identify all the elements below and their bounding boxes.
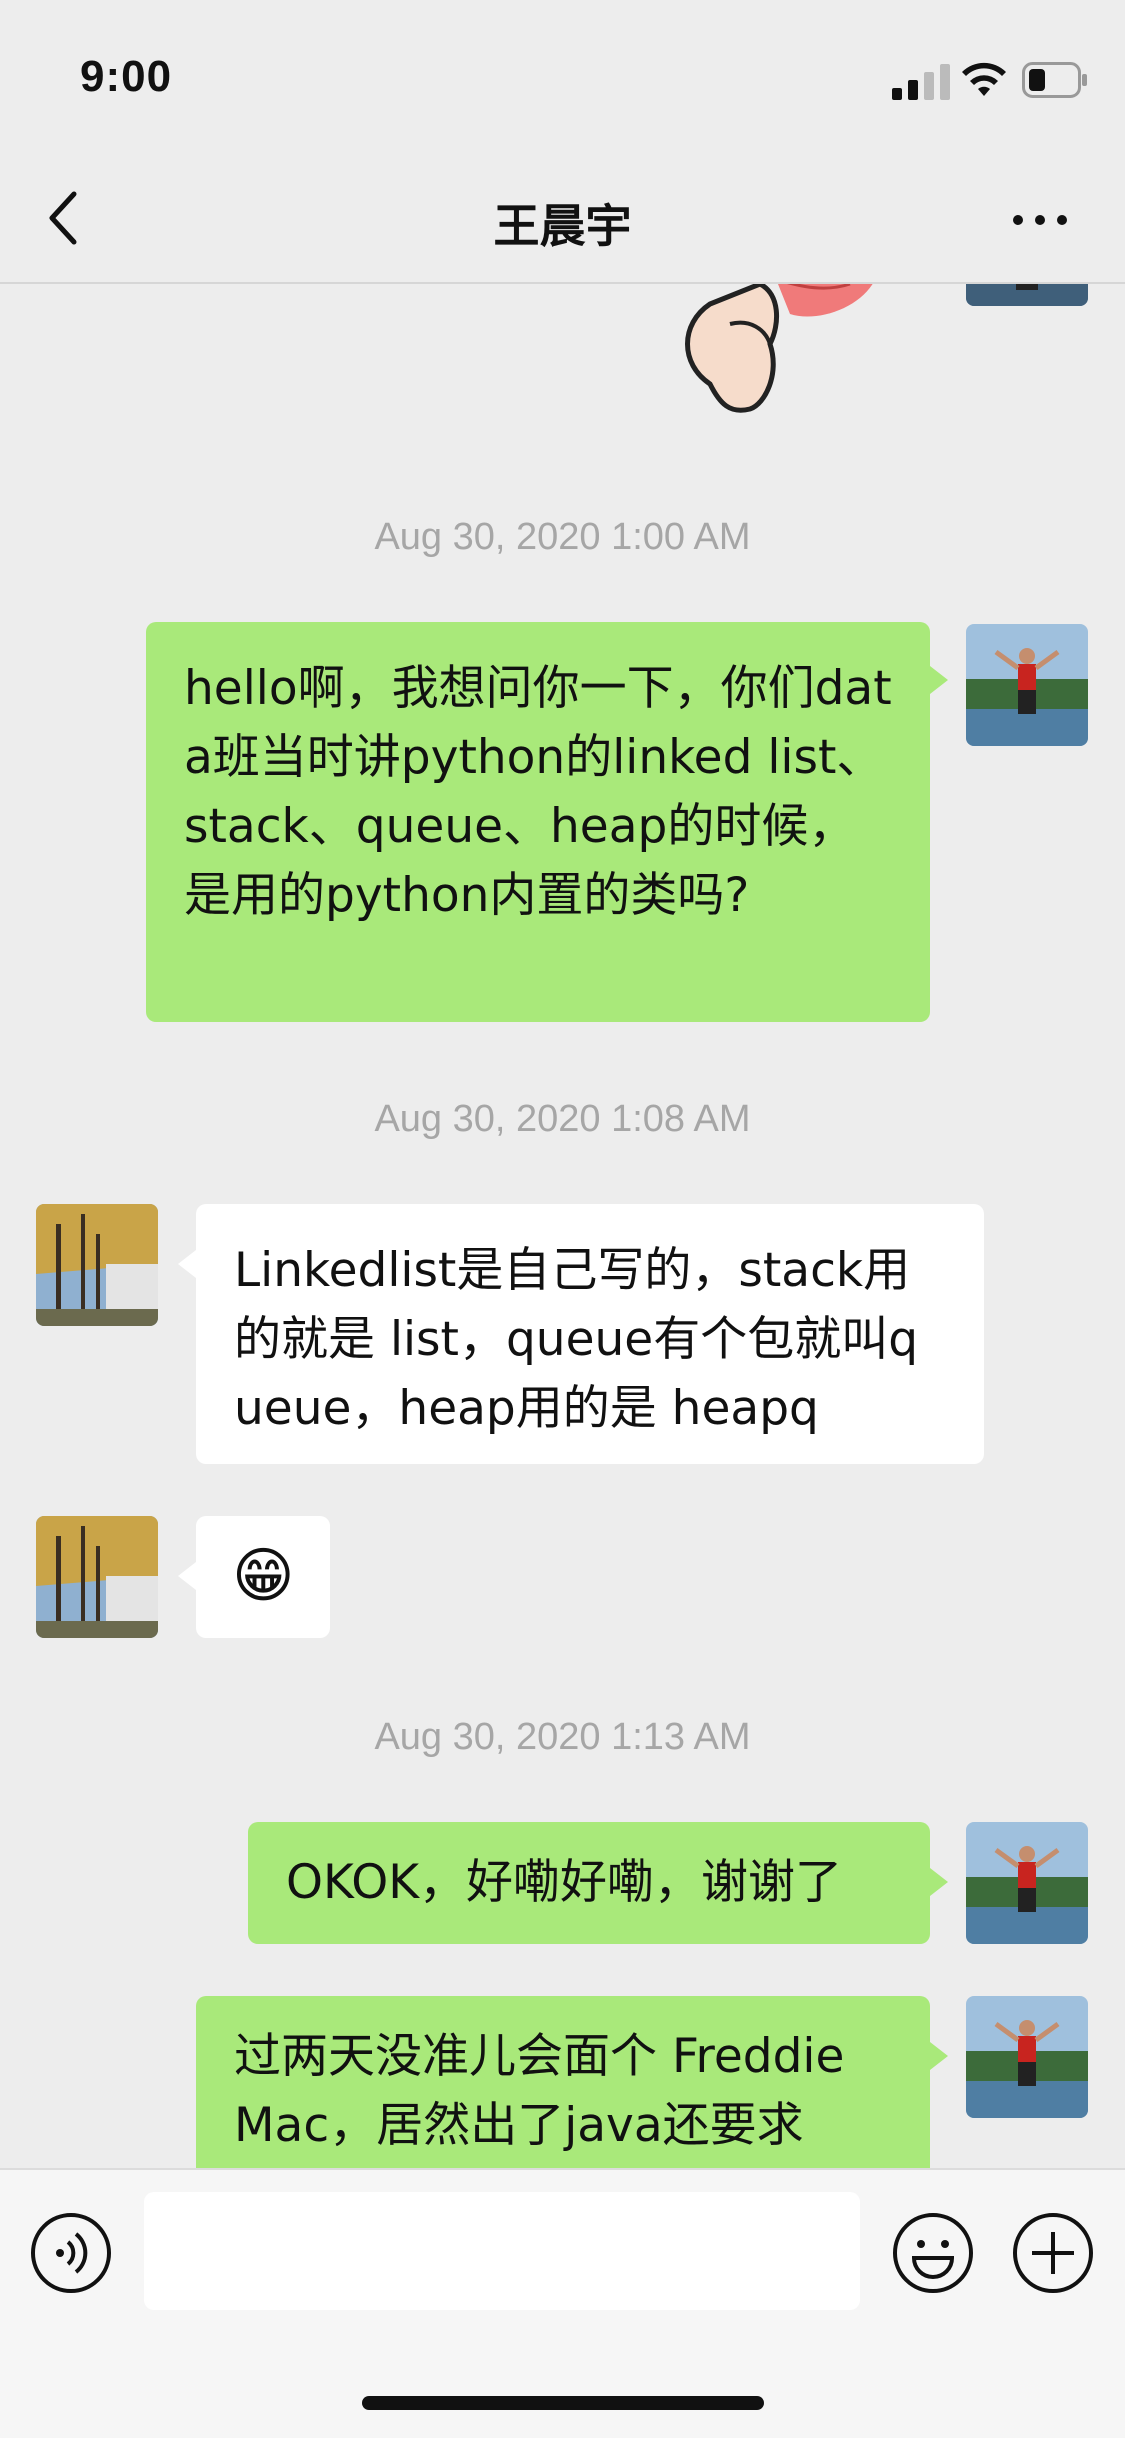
contact-avatar[interactable] — [36, 1516, 158, 1638]
bubble-tail — [930, 666, 948, 694]
signal-icon — [892, 64, 950, 100]
emoji-icon[interactable] — [892, 2212, 974, 2294]
timestamp: Aug 30, 2020 1:08 AM — [374, 1098, 751, 1140]
contact-message-bubble[interactable]: Linkedlist是自己写的，stack用的就是 list，queue有个包就… — [196, 1204, 984, 1464]
my-avatar[interactable] — [966, 1822, 1088, 1944]
bubble-tail — [178, 1562, 196, 1590]
timestamp: Aug 30, 2020 1:00 AM — [374, 516, 751, 558]
bubble-tail — [930, 1868, 948, 1896]
nav-bar: 王晨宇 — [0, 160, 1125, 284]
contact-avatar[interactable] — [36, 1204, 158, 1326]
sticker-hand-heart[interactable] — [670, 284, 880, 424]
wifi-icon — [962, 62, 1006, 96]
bubble-tail — [178, 1250, 196, 1278]
chat-title: 王晨宇 — [493, 199, 632, 253]
bubble-tail — [930, 2042, 948, 2070]
battery-icon — [1022, 62, 1087, 98]
voice-icon[interactable] — [30, 2212, 112, 2294]
more-icon[interactable] — [1010, 210, 1070, 230]
my-message-bubble[interactable]: hello啊，我想问你一下，你们data班当时讲python的linked li… — [146, 622, 930, 1022]
chat-history[interactable]: Aug 30, 2020 1:00 AM hello啊，我想问你一下，你们dat… — [0, 284, 1125, 2168]
timestamp: Aug 30, 2020 1:13 AM — [374, 1716, 751, 1758]
message-input[interactable] — [144, 2192, 860, 2310]
plus-icon[interactable] — [1012, 2212, 1094, 2294]
my-avatar[interactable] — [966, 284, 1088, 306]
contact-emoji-bubble[interactable]: 😁 — [196, 1516, 330, 1638]
status-bar: 9:00 — [0, 0, 1125, 160]
home-indicator[interactable] — [362, 2396, 764, 2410]
my-message-bubble[interactable]: 过两天没准儿会面个 Freddie Mac，居然出了java还要求 — [196, 1996, 930, 2168]
my-avatar[interactable] — [966, 1996, 1088, 2118]
status-time: 9:00 — [80, 52, 173, 101]
my-message-bubble[interactable]: OKOK，好嘞好嘞，谢谢了 — [248, 1822, 930, 1944]
my-avatar[interactable] — [966, 624, 1088, 746]
